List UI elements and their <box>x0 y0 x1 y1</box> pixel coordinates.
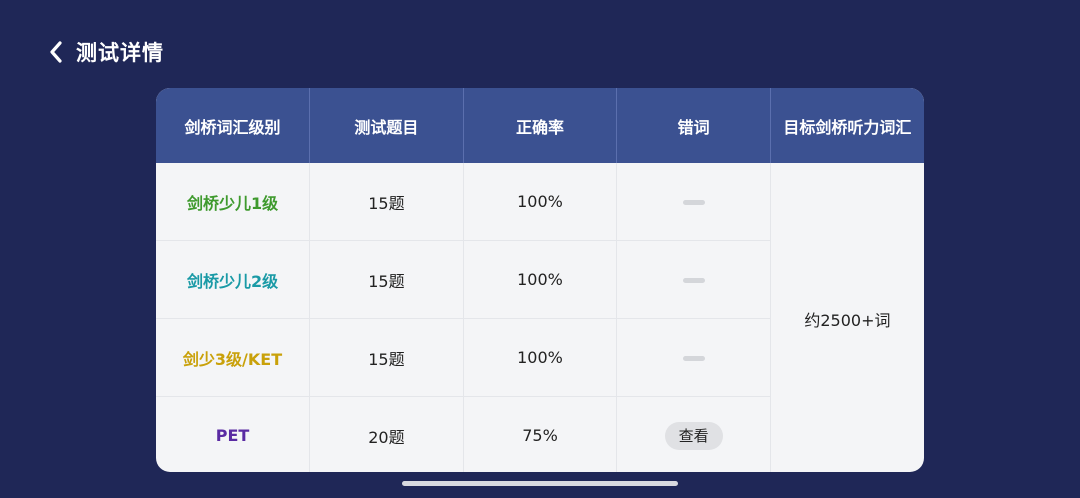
column-header-level: 剑桥词汇级别 <box>156 88 311 163</box>
level-name: 剑少3级/KET <box>182 349 283 369</box>
chevron-left-icon <box>50 41 62 63</box>
no-wrong-words-dash <box>682 200 705 205</box>
wrong-words-cell: 查看 <box>616 396 771 472</box>
level-name: 剑桥少儿2级 <box>186 271 279 291</box>
column-header-target-vocab: 目标剑桥听力词汇 <box>770 88 924 163</box>
wrong-words-cell <box>616 318 771 397</box>
level-name: 剑桥少儿1级 <box>186 193 279 213</box>
level-name: PET <box>215 426 250 445</box>
accuracy-value: 75% <box>463 396 618 472</box>
question-count: 20题 <box>309 396 464 472</box>
question-count: 15题 <box>309 318 464 397</box>
wrong-words-cell <box>616 240 771 319</box>
column-header-wrong-words: 错词 <box>616 88 771 163</box>
view-wrong-words-button[interactable]: 查看 <box>664 421 723 450</box>
column-header-accuracy: 正确率 <box>463 88 618 163</box>
table-row: 剑桥少儿1级 15题 100% 约2500+词 <box>156 163 924 330</box>
back-button[interactable] <box>48 32 74 72</box>
question-count: 15题 <box>309 240 464 319</box>
accuracy-value: 100% <box>463 240 618 319</box>
top-bar: 测试详情 <box>48 32 164 72</box>
no-wrong-words-dash <box>682 356 705 361</box>
accuracy-value: 100% <box>463 318 618 397</box>
target-vocab-value: 约2500+词 <box>804 310 891 330</box>
no-wrong-words-dash <box>682 278 705 283</box>
table-header-row: 剑桥词汇级别 测试题目 正确率 错词 目标剑桥听力词汇 <box>156 88 924 163</box>
test-details-table: 剑桥词汇级别 测试题目 正确率 错词 目标剑桥听力词汇 剑桥少儿1级 15题 1… <box>156 88 924 472</box>
page-title: 测试详情 <box>76 41 164 65</box>
home-indicator[interactable] <box>402 481 678 486</box>
wrong-words-cell <box>616 163 771 241</box>
column-header-questions: 测试题目 <box>309 88 464 163</box>
question-count: 15题 <box>309 163 464 241</box>
accuracy-value: 100% <box>463 163 618 241</box>
